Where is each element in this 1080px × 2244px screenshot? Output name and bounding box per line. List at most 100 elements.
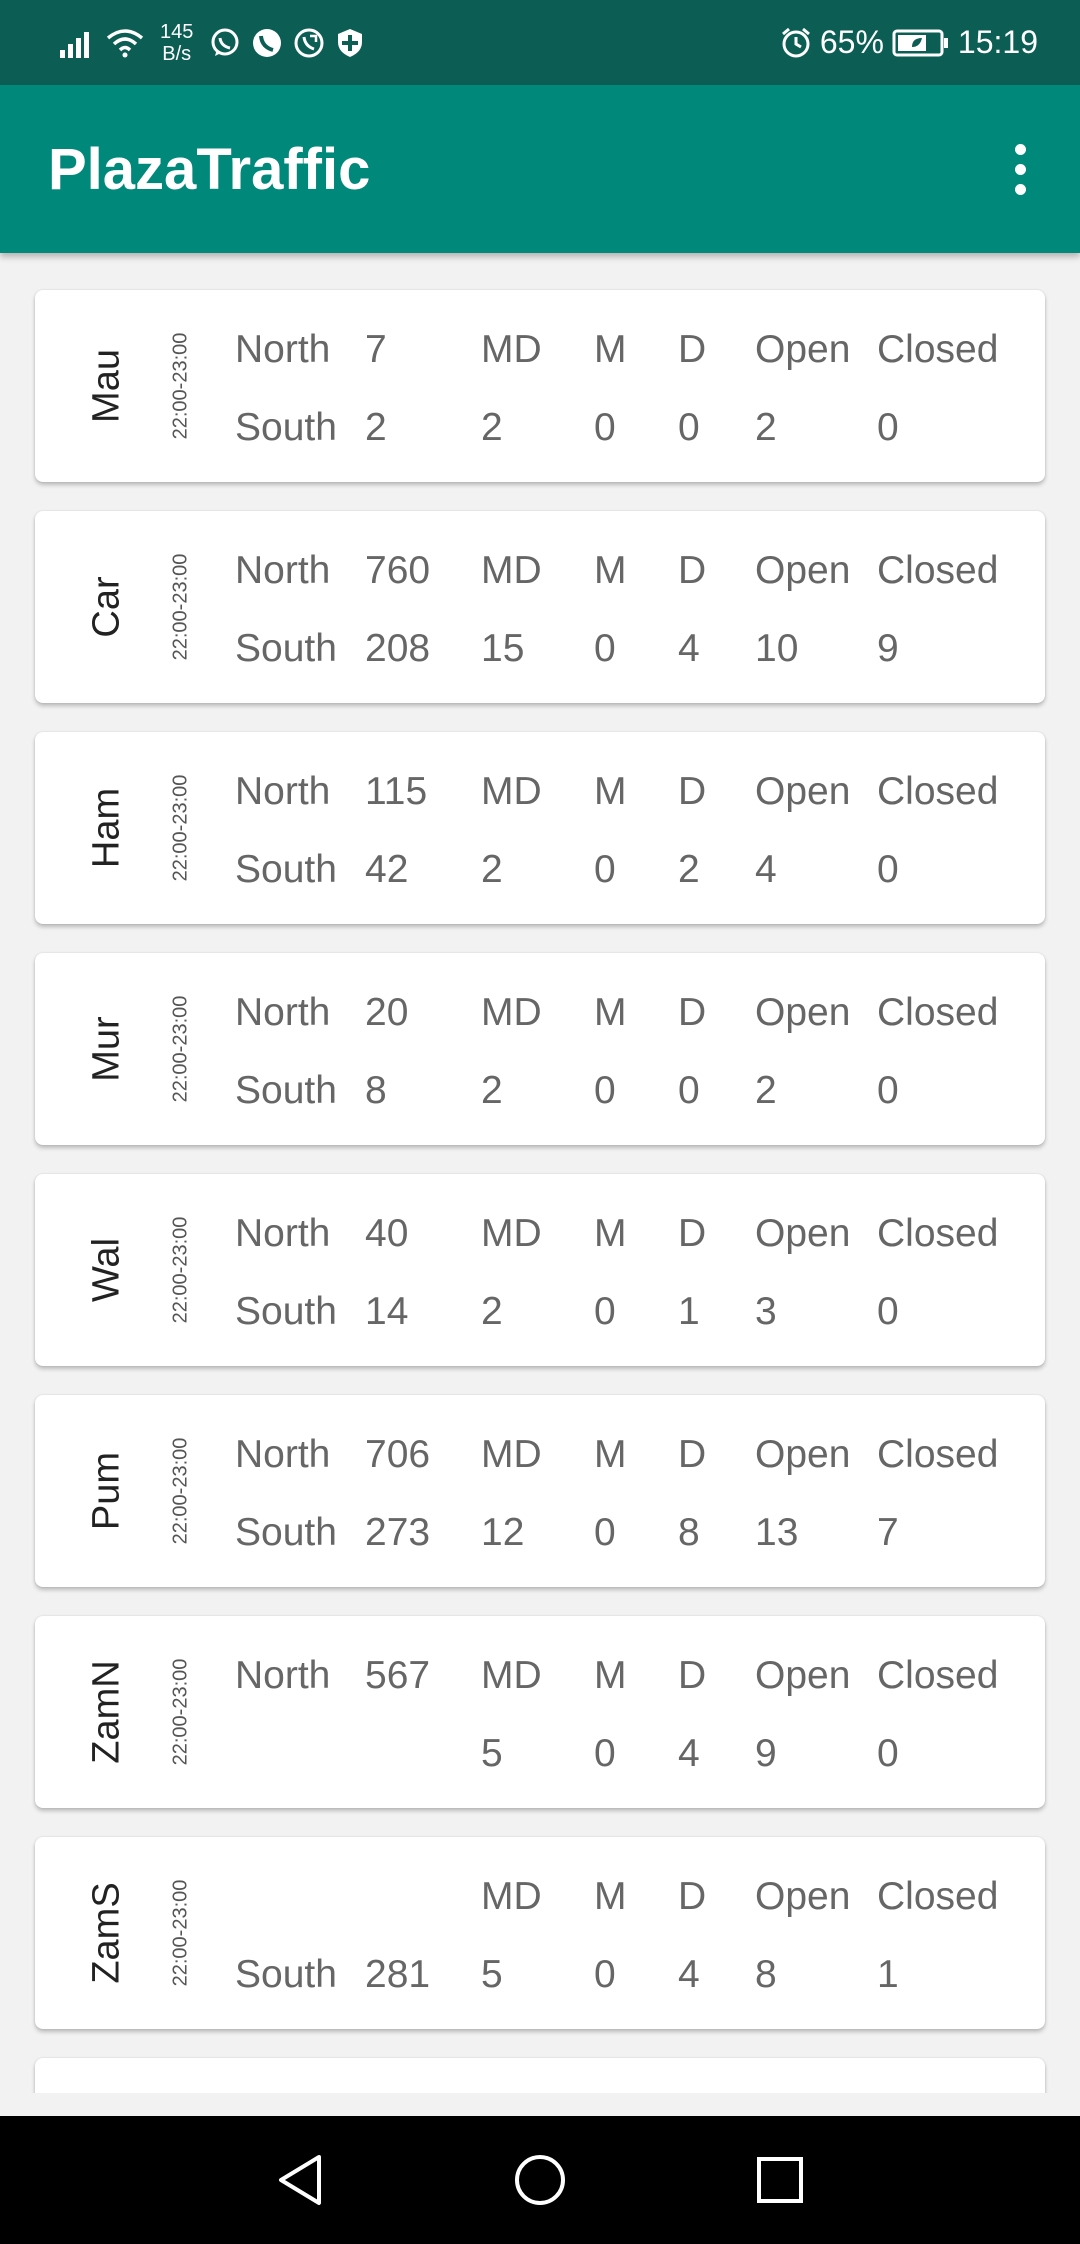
row1-d: D — [678, 770, 707, 813]
row1-md: MD — [481, 1875, 542, 1918]
plaza-card[interactable]: ZamN 22:00-23:00 North 567 MD M D Open Closed 5 0 4… — [35, 1616, 1045, 1808]
row2-open: 13 — [755, 1511, 799, 1554]
row2-md: 5 — [481, 1732, 503, 1775]
row2-m: 0 — [594, 1069, 616, 1112]
plaza-card-partial[interactable] — [35, 2058, 1045, 2093]
row2-md: 2 — [481, 1069, 503, 1112]
row1-md: MD — [481, 549, 542, 592]
row1-count: 20 — [365, 991, 409, 1034]
row2-m: 0 — [594, 406, 616, 449]
row1-md: MD — [481, 770, 542, 813]
row2-count: 8 — [365, 1069, 387, 1112]
plaza-card[interactable]: Wal 22:00-23:00 North 40 MD M D Open Closed South… — [35, 1174, 1045, 1366]
row1-m: M — [594, 328, 627, 371]
row1-open: Open — [755, 1212, 851, 1255]
row1-d: D — [678, 1433, 707, 1476]
row2-d: 0 — [678, 406, 700, 449]
row1-open: Open — [755, 328, 851, 371]
row1-direction: North — [235, 770, 331, 813]
row2-d: 0 — [678, 1069, 700, 1112]
row2-d: 4 — [678, 627, 700, 670]
call-icon — [294, 28, 324, 57]
row2-direction: South — [235, 1953, 337, 1996]
row2-count: 208 — [365, 627, 431, 670]
status-icons-left: 145 B/s — [60, 0, 365, 85]
home-icon[interactable] — [480, 2116, 600, 2244]
plaza-list[interactable]: Mau 22:00-23:00 North 7 MD M D Open Closed South 2… — [0, 253, 1080, 2093]
row1-count: 115 — [365, 770, 428, 813]
row2-md: 5 — [481, 1953, 503, 1996]
plaza-name: Wal — [85, 1237, 128, 1303]
row1-closed: Closed — [877, 1875, 999, 1918]
row2-m: 0 — [594, 1511, 616, 1554]
recents-icon[interactable] — [720, 2116, 840, 2244]
row2-d: 8 — [678, 1511, 700, 1554]
network-speed-value: 145 — [160, 20, 194, 43]
row1-direction: North — [235, 991, 331, 1034]
row1-count: 7 — [365, 328, 387, 371]
plaza-name: Mur — [85, 1016, 128, 1082]
time-range: 22:00-23:00 — [169, 1437, 192, 1545]
row1-md: MD — [481, 328, 542, 371]
row2-closed: 0 — [877, 1290, 899, 1333]
plaza-name: Ham — [85, 787, 128, 869]
signal-icon — [60, 31, 89, 58]
row2-open: 8 — [755, 1953, 777, 1996]
row1-direction: North — [235, 549, 331, 592]
row2-open: 9 — [755, 1732, 777, 1775]
plaza-card[interactable]: ZamS 22:00-23:00 MD M D Open Closed South 281 5 0 4… — [35, 1837, 1045, 2029]
row1-closed: Closed — [877, 1212, 999, 1255]
row2-closed: 0 — [877, 848, 899, 891]
row1-open: Open — [755, 991, 851, 1034]
row1-closed: Closed — [877, 549, 999, 592]
row1-d: D — [678, 1875, 707, 1918]
row1-m: M — [594, 549, 627, 592]
more-vert-icon[interactable] — [990, 139, 1050, 199]
row2-m: 0 — [594, 848, 616, 891]
row1-m: M — [594, 1433, 627, 1476]
row1-open: Open — [755, 1654, 851, 1697]
row2-md: 2 — [481, 848, 503, 891]
row2-d: 4 — [678, 1953, 700, 1996]
row2-open: 2 — [755, 406, 777, 449]
app-bar: PlazaTraffic — [0, 85, 1080, 253]
row1-count: 567 — [365, 1654, 431, 1697]
plaza-card[interactable]: Car 22:00-23:00 North 760 MD M D Open Closed Sout… — [35, 511, 1045, 703]
row1-count: 706 — [365, 1433, 431, 1476]
row1-direction: North — [235, 328, 331, 371]
network-speed-unit: B/s — [162, 42, 192, 65]
row1-direction: North — [235, 1654, 331, 1697]
row2-d: 4 — [678, 1732, 700, 1775]
row1-m: M — [594, 1654, 627, 1697]
plaza-card[interactable]: Ham 22:00-23:00 North 115 MD M D Open Closed Sout… — [35, 732, 1045, 924]
row2-direction: South — [235, 1511, 337, 1554]
row2-direction: South — [235, 406, 337, 449]
row2-md: 2 — [481, 1290, 503, 1333]
plaza-card[interactable]: Mau 22:00-23:00 North 7 MD M D Open Closed South 2… — [35, 290, 1045, 482]
row1-m: M — [594, 991, 627, 1034]
wifi-icon — [106, 28, 144, 57]
row1-closed: Closed — [877, 1433, 999, 1476]
time-range: 22:00-23:00 — [169, 995, 192, 1103]
time-range: 22:00-23:00 — [169, 553, 192, 661]
row2-closed: 0 — [877, 1069, 899, 1112]
row1-d: D — [678, 1212, 707, 1255]
alarm-icon — [781, 27, 810, 57]
back-icon[interactable] — [240, 2116, 360, 2244]
plaza-name: Car — [85, 576, 128, 638]
row1-d: D — [678, 549, 707, 592]
status-icons-right: 65% 15:19 — [780, 0, 1038, 85]
row1-d: D — [678, 328, 707, 371]
plaza-card[interactable]: Pum 22:00-23:00 North 706 MD M D Open Closed Sout… — [35, 1395, 1045, 1587]
row2-closed: 0 — [877, 1732, 899, 1775]
plaza-card[interactable]: Mur 22:00-23:00 North 20 MD M D Open Closed South… — [35, 953, 1045, 1145]
app-title: PlazaTraffic — [48, 136, 371, 202]
row2-d: 2 — [678, 848, 700, 891]
row1-count: 760 — [365, 549, 431, 592]
battery-percent: 65% — [819, 24, 884, 60]
row2-open: 3 — [755, 1290, 777, 1333]
row2-d: 1 — [678, 1290, 700, 1333]
row2-m: 0 — [594, 1953, 616, 1996]
row2-closed: 0 — [877, 406, 899, 449]
row1-closed: Closed — [877, 991, 999, 1034]
